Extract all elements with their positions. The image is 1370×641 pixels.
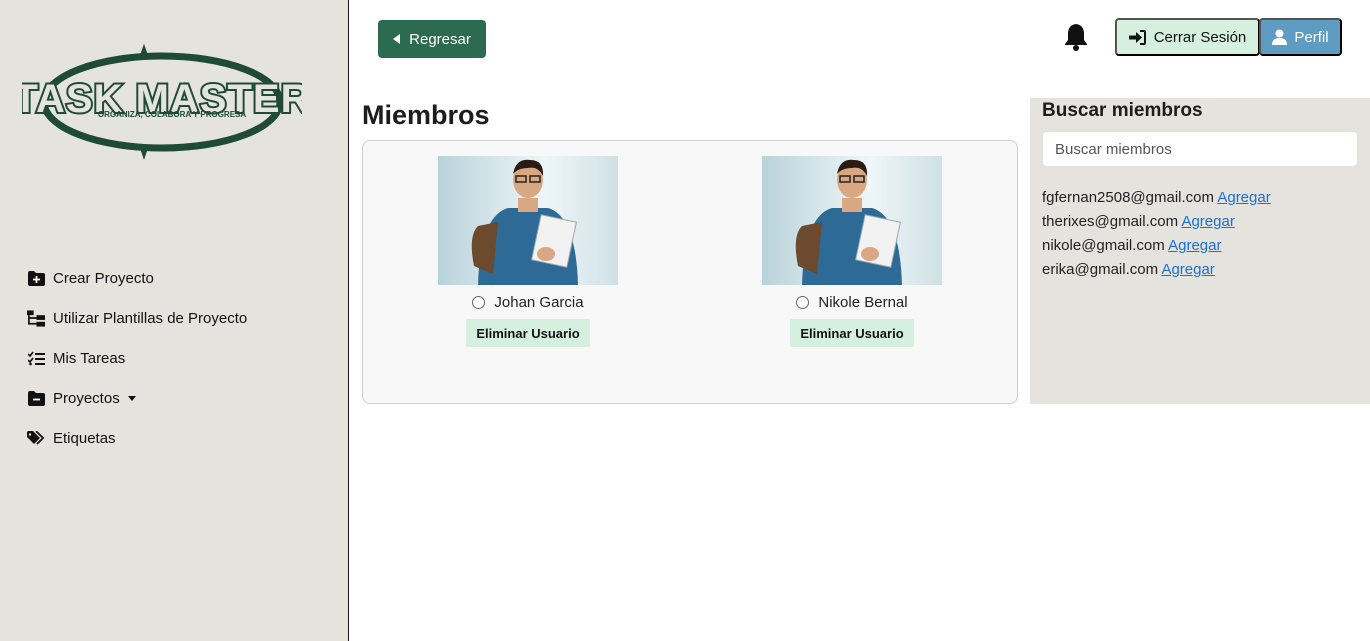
- sidebar-item-label: Utilizar Plantillas de Proyecto: [53, 309, 248, 327]
- back-button[interactable]: Regresar: [378, 20, 486, 58]
- member-name: Nikole Bernal: [818, 294, 908, 311]
- add-member-link[interactable]: Agregar: [1161, 261, 1214, 278]
- sidebar-nav: Crear Proyecto Utilizar Plantillas de Pr…: [27, 258, 247, 458]
- caret-left-icon: [393, 34, 401, 44]
- back-button-label: Regresar: [409, 30, 471, 48]
- template-tree-icon: [27, 309, 45, 327]
- member-name-row: Nikole Bernal: [796, 294, 908, 311]
- sidebar-item-etiquetas[interactable]: Etiquetas: [27, 418, 247, 458]
- member-radio[interactable]: [796, 296, 810, 309]
- folder-plus-icon: [27, 269, 45, 287]
- profile-button[interactable]: Perfil: [1259, 18, 1342, 56]
- result-email: erika@gmail.com: [1042, 261, 1159, 278]
- add-member-link[interactable]: Agregar: [1181, 213, 1234, 230]
- list-item: nikole@gmail.com Agregar: [1042, 234, 1271, 258]
- sidebar-item-mis-tareas[interactable]: Mis Tareas: [27, 338, 247, 378]
- sidebar-item-label: Proyectos: [53, 389, 120, 407]
- search-results-list: fgfernan2508@gmail.com Agregar therixes@…: [1042, 186, 1271, 282]
- user-icon: [1272, 29, 1288, 45]
- member-radio[interactable]: [472, 296, 486, 309]
- remove-user-button[interactable]: Eliminar Usuario: [466, 319, 590, 347]
- task-master-logo[interactable]: TASK MASTER ORGANIZA, COLABORA Y PROGRES…: [12, 44, 311, 162]
- search-members-panel: Buscar miembros fgfernan2508@gmail.com A…: [1030, 98, 1370, 404]
- logout-button-label: Cerrar Sesión: [1153, 28, 1247, 46]
- member-card: Nikole Bernal Eliminar Usuario: [762, 156, 942, 347]
- sidebar-item-label: Crear Proyecto: [53, 269, 154, 287]
- list-item: fgfernan2508@gmail.com Agregar: [1042, 186, 1271, 210]
- chevron-down-icon[interactable]: [127, 395, 136, 401]
- sidebar-item-label: Mis Tareas: [53, 349, 126, 367]
- member-name-row: Johan Garcia: [472, 294, 584, 311]
- profile-button-label: Perfil: [1294, 28, 1329, 46]
- folder-minus-icon: [27, 389, 45, 407]
- list-item: therixes@gmail.com Agregar: [1042, 210, 1271, 234]
- sidebar: TASK MASTER ORGANIZA, COLABORA Y PROGRES…: [0, 0, 349, 641]
- sidebar-item-crear-proyecto[interactable]: Crear Proyecto: [27, 258, 247, 298]
- sidebar-item-label: Etiquetas: [53, 429, 116, 447]
- sidebar-item-proyectos[interactable]: Proyectos: [27, 378, 247, 418]
- search-panel-title: Buscar miembros: [1042, 100, 1203, 121]
- sign-in-icon: [1128, 29, 1146, 45]
- member-photo: [762, 156, 942, 285]
- tags-icon: [27, 429, 45, 447]
- task-list-icon: [27, 349, 45, 367]
- remove-user-button[interactable]: Eliminar Usuario: [790, 319, 914, 347]
- member-card: Johan Garcia Eliminar Usuario: [438, 156, 618, 347]
- sidebar-item-plantillas[interactable]: Utilizar Plantillas de Proyecto: [27, 298, 247, 338]
- bell-icon[interactable]: [1062, 22, 1090, 52]
- result-email: nikole@gmail.com: [1042, 237, 1165, 254]
- logo-tagline: ORGANIZA, COLABORA Y PROGRESA: [98, 110, 247, 119]
- member-name: Johan Garcia: [494, 294, 584, 311]
- result-email: therixes@gmail.com: [1042, 213, 1179, 230]
- members-panel: Johan Garcia Eliminar Usuario Nikole Ber…: [362, 140, 1018, 404]
- add-member-link[interactable]: Agregar: [1168, 237, 1221, 254]
- add-member-link[interactable]: Agregar: [1217, 189, 1270, 206]
- search-members-input[interactable]: [1042, 131, 1358, 167]
- result-email: fgfernan2508@gmail.com: [1042, 189, 1214, 206]
- list-item: erika@gmail.com Agregar: [1042, 258, 1271, 282]
- page-title: Miembros: [362, 100, 490, 130]
- logout-button[interactable]: Cerrar Sesión: [1115, 18, 1260, 56]
- member-photo: [438, 156, 618, 285]
